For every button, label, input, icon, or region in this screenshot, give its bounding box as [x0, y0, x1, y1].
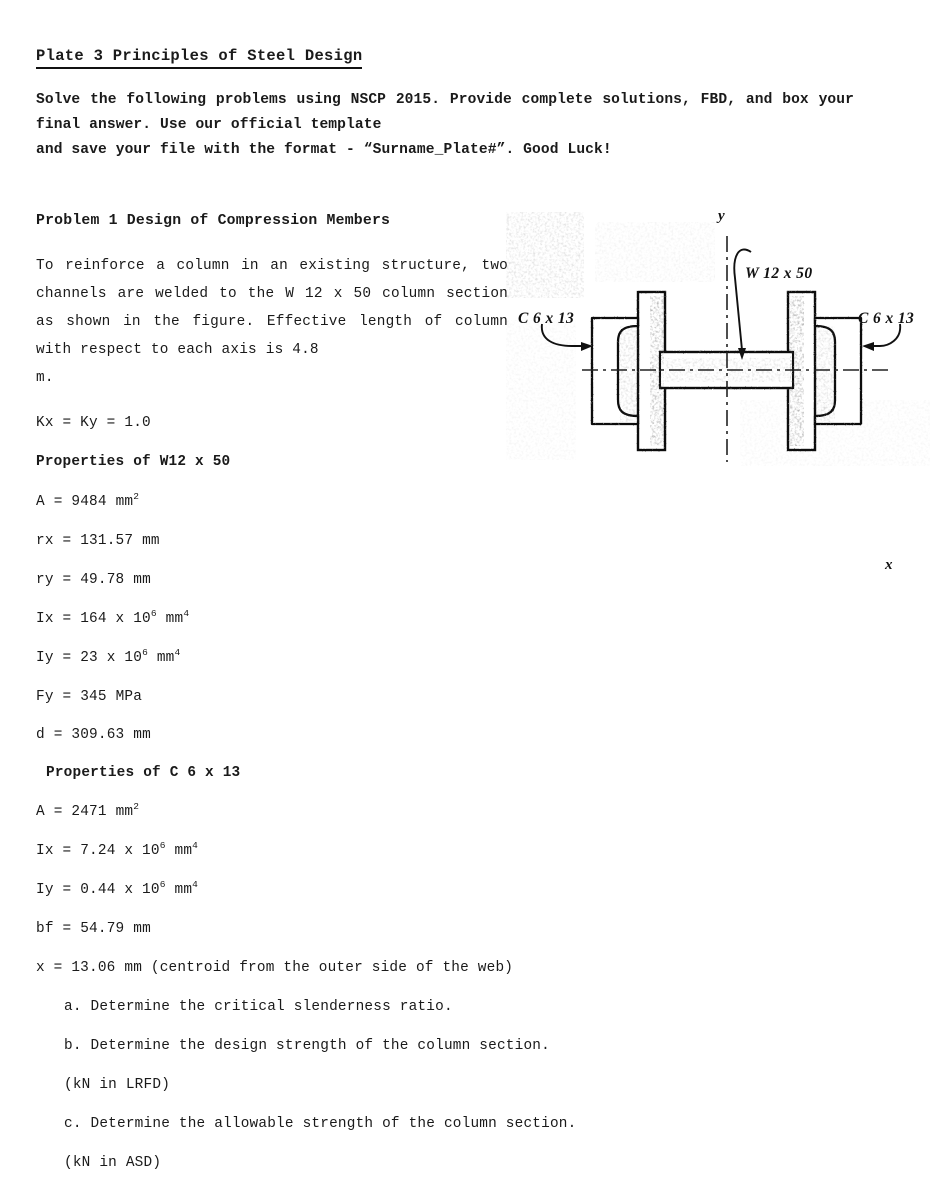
channel-right-label: C 6 x 13 [858, 310, 915, 327]
w-section-label: W 12 x 50 [745, 265, 813, 282]
property-equals: = [62, 572, 72, 588]
property-equals: = [62, 882, 72, 898]
property-value: 49.78 [80, 572, 125, 588]
property-unit: mm [133, 572, 151, 588]
property-unit-exponent: 2 [133, 491, 140, 503]
properties-c-heading: Properties of C 6 x 13 [46, 765, 241, 781]
property-row-c-bf: bf = 54.79 mm [36, 921, 151, 937]
property-value: 2471 [71, 804, 107, 820]
property-value-exponent: 6 [150, 608, 157, 620]
property-unit: mm [115, 804, 134, 820]
property-label: bf [36, 921, 54, 937]
property-value: 7.24 x 10 [80, 843, 160, 859]
property-row-c-iy: Iy = 0.44 x 106 mm4 [36, 879, 199, 898]
property-unit: mm [142, 533, 160, 549]
property-equals: = [53, 804, 63, 820]
k-factor-line: Kx = Ky = 1.0 [36, 415, 151, 431]
axis-y-label: y [718, 208, 725, 224]
property-unit-exponent: 4 [183, 608, 190, 620]
property-value: 54.79 [80, 921, 125, 937]
property-equals: = [62, 843, 72, 859]
problem-1-statement-text: To reinforce a column in an existing str… [36, 258, 508, 358]
property-label: rx [36, 533, 54, 549]
property-label: A [36, 494, 45, 510]
property-label: ry [36, 572, 54, 588]
problem-1-statement-tail: m. [36, 370, 54, 386]
property-value: 23 x 10 [80, 650, 143, 666]
property-equals: = [62, 689, 72, 705]
axis-x-label: x [885, 557, 893, 573]
property-label: Ix [36, 611, 54, 627]
page-title: Plate 3 Principles of Steel Design [36, 47, 363, 69]
property-row-w-ix: Ix = 164 x 106 mm4 [36, 608, 190, 627]
question-item-a: a. Determine the critical slenderness ra… [64, 999, 453, 1015]
property-label: Ix [36, 843, 54, 859]
property-unit: mm [165, 611, 184, 627]
question-item-c-note: (kN in ASD) [64, 1155, 162, 1171]
property-row-w-iy: Iy = 23 x 106 mm4 [36, 647, 181, 666]
problem-1-heading: Problem 1 Design of Compression Members [36, 213, 391, 229]
property-equals: = [62, 921, 72, 937]
property-value: 309.63 [71, 727, 125, 743]
property-unit: mm [156, 650, 175, 666]
property-equals: = [53, 494, 63, 510]
document-page: Plate 3 Principles of Steel Design Solve… [0, 0, 945, 1200]
property-unit-exponent: 2 [133, 801, 140, 813]
leader-channel-right-arrowhead [862, 342, 874, 351]
property-equals: = [62, 611, 72, 627]
property-value: 345 [80, 689, 107, 705]
cross-section-figure: y x W 12 x 50 C 6 x 13 C 6 x 13 [500, 200, 945, 573]
property-row-w-d: d = 309.63 mm [36, 727, 151, 743]
property-value-exponent: 6 [159, 879, 166, 891]
problem-1-statement: To reinforce a column in an existing str… [36, 252, 508, 392]
properties-w-heading: Properties of W12 x 50 [36, 454, 231, 470]
property-value: 0.44 x 10 [80, 882, 160, 898]
scan-speckle-noise [506, 212, 930, 466]
property-unit-exponent: 4 [192, 879, 199, 891]
property-row-c-area: A = 2471 mm2 [36, 801, 140, 820]
question-item-c: c. Determine the allowable strength of t… [64, 1116, 577, 1132]
property-value: 164 x 10 [80, 611, 151, 627]
property-label: Iy [36, 650, 54, 666]
property-value-exponent: 6 [159, 840, 166, 852]
property-row-w-area: A = 9484 mm2 [36, 491, 140, 510]
property-row-w-fy: Fy = 345 MPa [36, 689, 142, 705]
property-equals: = [53, 727, 63, 743]
property-equals: = [62, 650, 72, 666]
property-row-w-ry: ry = 49.78 mm [36, 572, 151, 588]
channel-left-label: C 6 x 13 [518, 310, 575, 327]
property-value: 131.57 [80, 533, 134, 549]
centroid-note: x = 13.06 mm (centroid from the outer si… [36, 960, 514, 976]
question-item-b: b. Determine the design strength of the … [64, 1038, 550, 1054]
instructions-line-3: and save your file with the format - “Su… [36, 142, 612, 158]
property-unit: MPa [115, 689, 143, 705]
instructions-paragraph: Solve the following problems using NSCP … [36, 88, 854, 163]
property-label: d [36, 727, 45, 743]
property-label: Fy [36, 689, 54, 705]
property-value-exponent: 6 [142, 647, 148, 659]
property-label: A [36, 804, 45, 820]
property-unit: mm [133, 921, 151, 937]
property-unit: mm [174, 882, 193, 898]
property-unit: mm [133, 727, 151, 743]
property-unit: mm [115, 494, 134, 510]
property-label: Iy [36, 882, 54, 898]
property-value: 9484 [71, 494, 107, 510]
property-unit-exponent: 4 [174, 647, 181, 659]
cross-section-drawing [506, 212, 930, 466]
property-unit-exponent: 4 [192, 840, 199, 852]
instructions-line-1: Solve the following problems using NSCP … [36, 92, 593, 108]
property-row-w-rx: rx = 131.57 mm [36, 533, 160, 549]
property-unit: mm [174, 843, 193, 859]
property-equals: = [62, 533, 72, 549]
question-item-b-note: (kN in LRFD) [64, 1077, 171, 1093]
property-row-c-ix: Ix = 7.24 x 106 mm4 [36, 840, 199, 859]
